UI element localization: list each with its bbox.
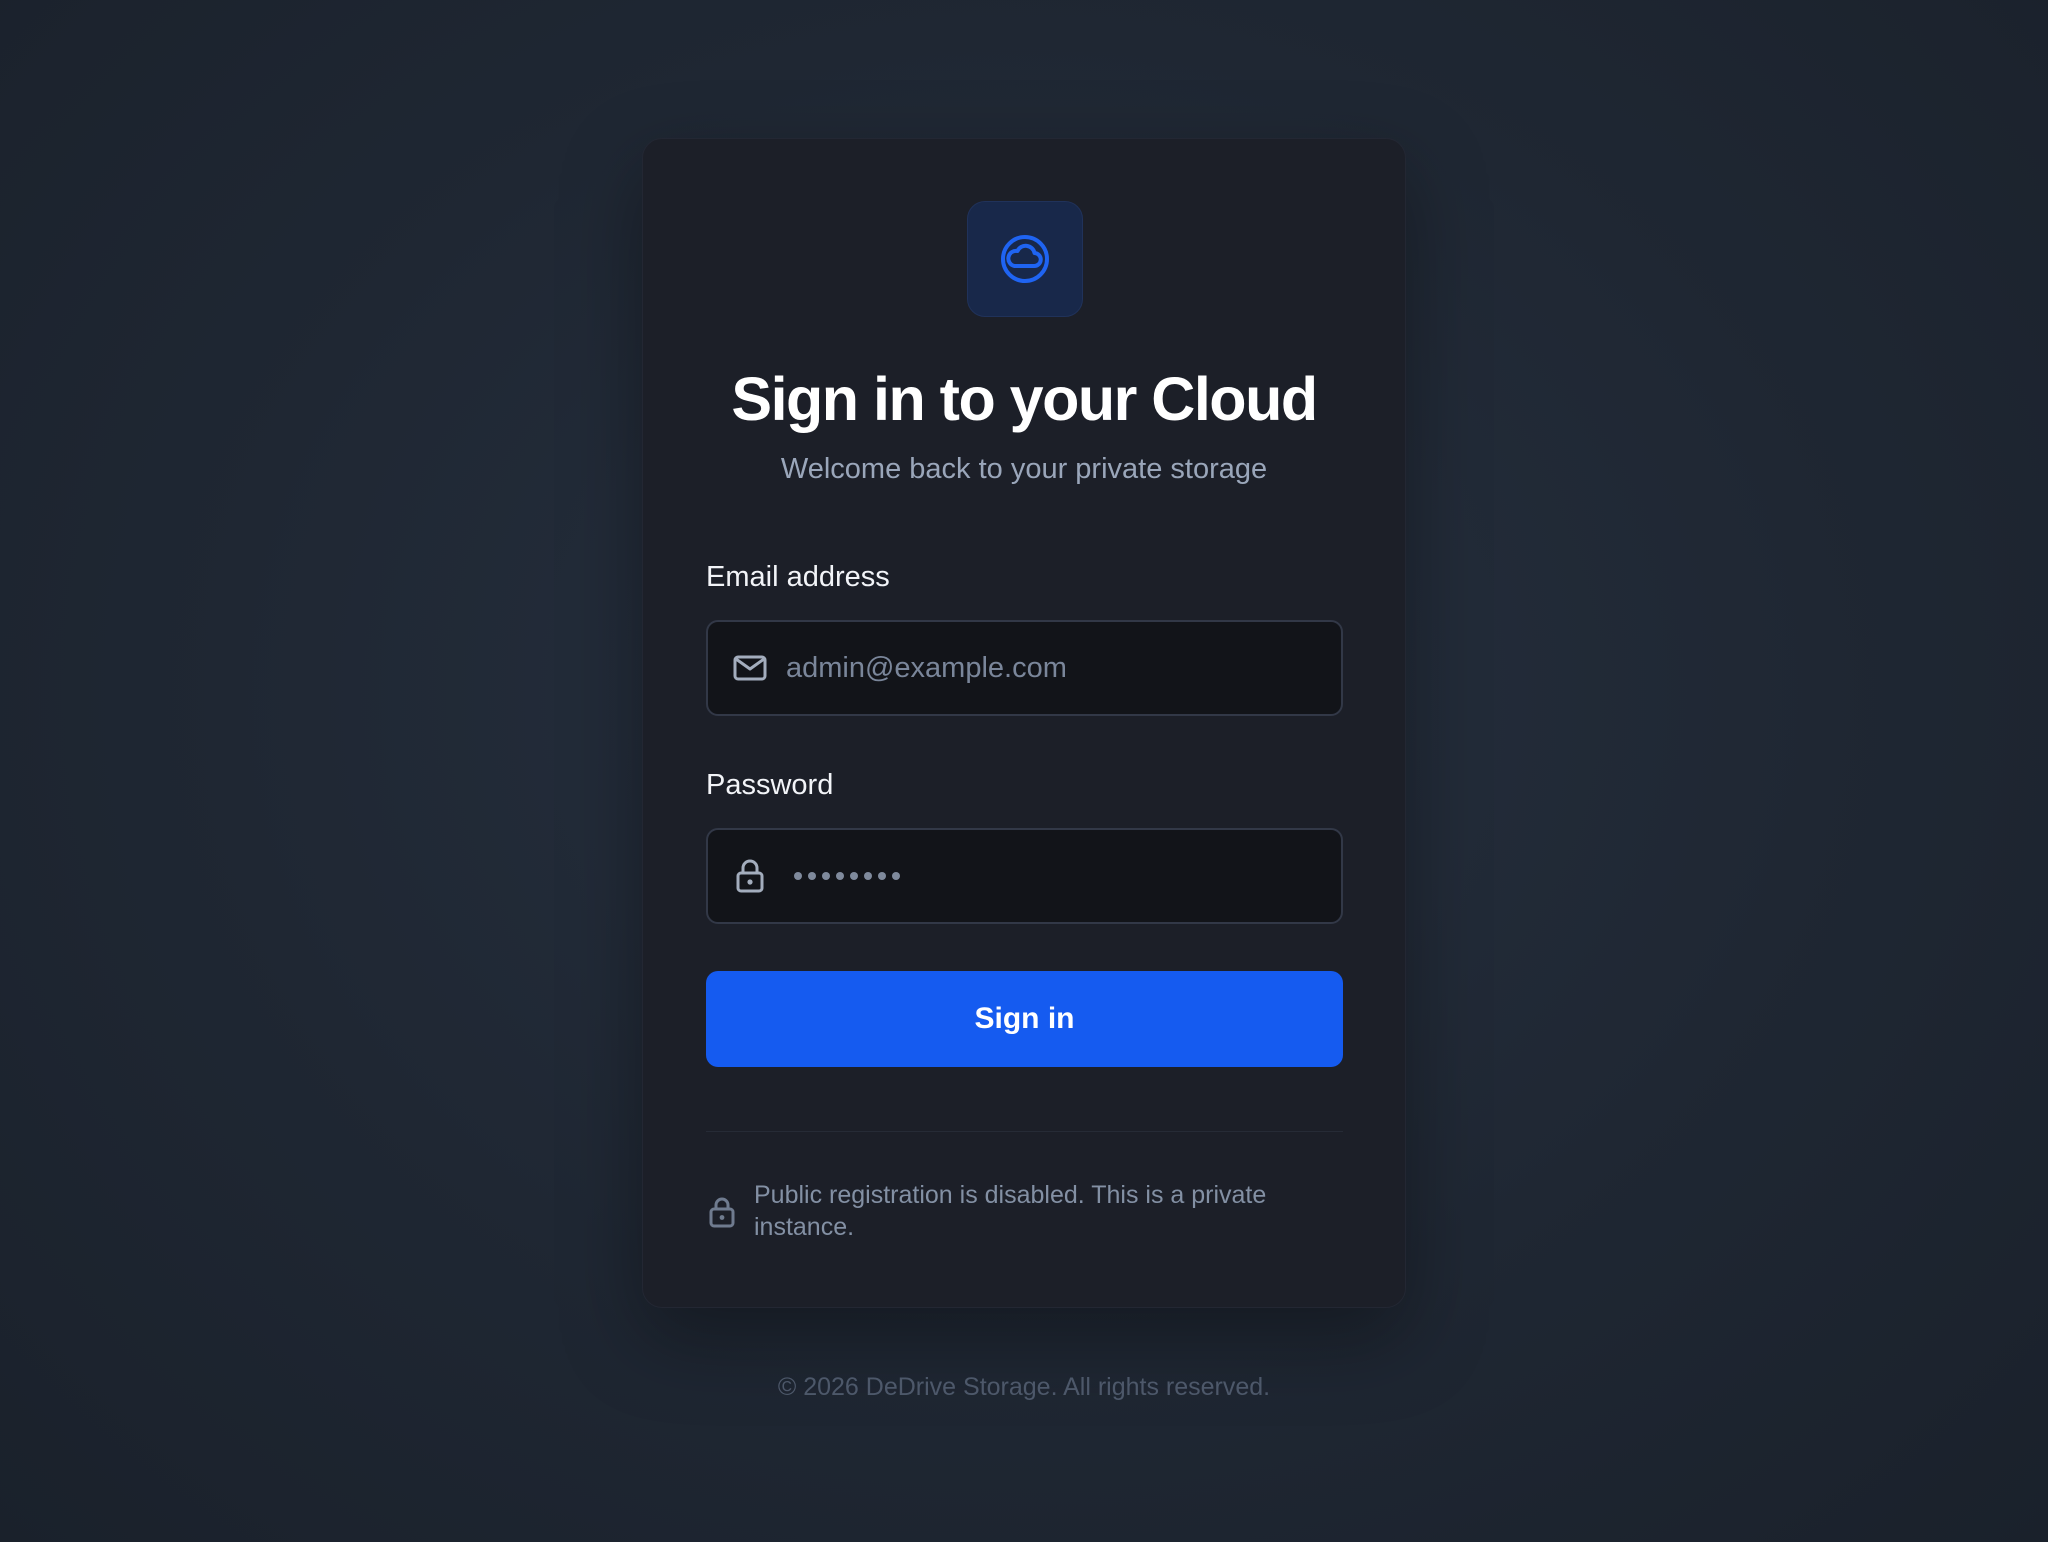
password-input[interactable]: [794, 862, 900, 890]
registration-notice: Public registration is disabled. This is…: [754, 1181, 1267, 1241]
email-label: Email address: [706, 561, 890, 593]
page-subtitle: Welcome back to your private storage: [780, 453, 1268, 485]
email-field[interactable]: [706, 620, 1343, 716]
divider: [706, 1131, 1343, 1132]
lock-icon: [736, 859, 764, 893]
cloud-icon: [1001, 235, 1049, 283]
sign-in-button[interactable]: Sign in: [706, 971, 1343, 1067]
email-input[interactable]: [786, 622, 1326, 714]
login-card: Sign in to your Cloud Welcome back to yo…: [642, 138, 1406, 1308]
app-logo: [967, 201, 1083, 317]
lock-icon: [709, 1197, 735, 1228]
page-title: Sign in to your Cloud: [731, 365, 1318, 433]
footer-copyright: © 2026 DeDrive Storage. All rights reser…: [777, 1373, 1271, 1401]
password-field[interactable]: [706, 828, 1343, 924]
password-label: Password: [706, 769, 834, 801]
mail-icon: [733, 655, 767, 681]
